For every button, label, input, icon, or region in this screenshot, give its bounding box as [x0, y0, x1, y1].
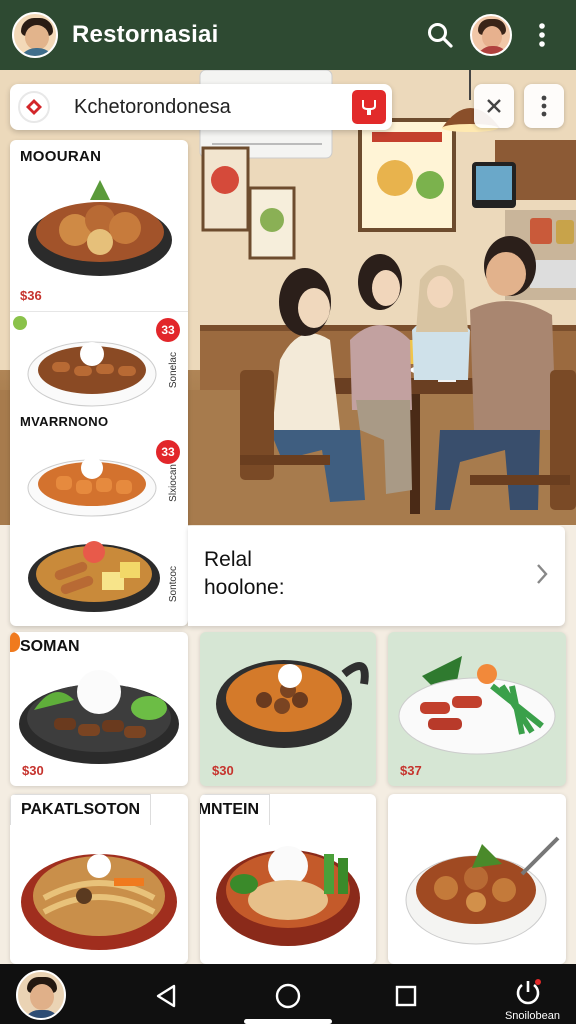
- menu-item[interactable]: MVARRNONO 33 Slxiocan: [10, 412, 188, 522]
- close-button[interactable]: [474, 84, 514, 128]
- bottom-navigation-bar: Snoilobean: [0, 964, 576, 1024]
- side-text: Slxiocan: [168, 464, 179, 502]
- tile-label: SOMAN: [20, 638, 80, 655]
- accent-tag: [10, 632, 20, 652]
- price-label: $30: [212, 763, 234, 778]
- menu-item[interactable]: MOOURAN $36: [10, 140, 188, 312]
- gesture-home-indicator[interactable]: [244, 1019, 332, 1024]
- search-input[interactable]: [74, 95, 352, 119]
- overflow-menu-button[interactable]: [520, 13, 564, 57]
- dish-image: [21, 854, 177, 950]
- app-title: Restornasiai: [72, 21, 219, 48]
- dish-image: [405, 836, 560, 945]
- recents-square-icon: [395, 985, 417, 1007]
- recents-button[interactable]: [386, 976, 426, 1016]
- price-label: $37: [400, 763, 422, 778]
- back-button[interactable]: [146, 976, 186, 1016]
- dish-image: [28, 180, 172, 276]
- food-tile[interactable]: SOMAN $30: [10, 632, 188, 786]
- app-bar: Restornasiai: [0, 0, 576, 70]
- price-label: $36: [20, 288, 42, 303]
- more-vert-icon: [539, 23, 545, 47]
- power-button[interactable]: [508, 972, 548, 1012]
- dish-image: [28, 541, 160, 612]
- dish-image: [19, 670, 179, 764]
- user-avatar[interactable]: [16, 970, 66, 1020]
- tile-label: SVAMNTEIN: [200, 794, 271, 825]
- tile-label: PAKATLSOTON: [10, 794, 152, 825]
- search-bar: [10, 84, 392, 130]
- restaurant-info-card[interactable]: Relal hoolone:: [188, 526, 565, 626]
- category-label: MOOURAN: [20, 148, 102, 165]
- logo-icon: [26, 99, 42, 115]
- dish-image: [398, 656, 556, 755]
- power-icon: [516, 979, 541, 1005]
- chevron-right-icon: [537, 564, 548, 584]
- food-tile[interactable]: SVAMNTEIN: [200, 794, 376, 964]
- dish-image: [216, 846, 360, 946]
- side-text: Sonelac: [168, 352, 179, 389]
- food-tile[interactable]: [388, 794, 566, 964]
- food-tile[interactable]: PAKATLSOTON: [10, 794, 188, 964]
- side-text: Sontcoc: [168, 566, 179, 603]
- avatar[interactable]: [12, 12, 58, 58]
- search-icon: [428, 23, 453, 48]
- menu-item[interactable]: 33 Sonelac: [10, 312, 188, 412]
- menu-list: MOOURAN $36 33 Sonelac MVARRNONO 33 Slxi…: [10, 140, 188, 626]
- price-label: $30: [22, 763, 44, 778]
- app-root: Restornasiai Kchetorondonesa MOOURAN $36…: [0, 0, 576, 1024]
- home-button[interactable]: [268, 976, 308, 1016]
- food-tile[interactable]: $30: [200, 632, 376, 786]
- search-button[interactable]: [418, 13, 462, 57]
- nav-label: Snoilobean: [504, 1010, 560, 1022]
- dish-image: [27, 457, 157, 517]
- info-title: Relal: [204, 548, 252, 571]
- close-icon: [487, 99, 501, 113]
- dish-image: [27, 341, 157, 407]
- food-tile[interactable]: $37: [388, 632, 566, 786]
- home-circle-icon: [275, 983, 301, 1009]
- menu-item[interactable]: Sontcoc: [10, 522, 188, 626]
- category-label: MVARRNONO: [20, 414, 109, 429]
- utensils-icon: [362, 100, 376, 115]
- more-button[interactable]: [524, 84, 564, 128]
- more-vert-icon: [541, 95, 547, 117]
- back-triangle-icon: [156, 984, 176, 1008]
- info-subtitle: hoolone:: [204, 576, 285, 599]
- profile-avatar[interactable]: [470, 14, 512, 56]
- restaurant-logo: [18, 91, 50, 123]
- dish-image: [216, 660, 369, 748]
- filter-button[interactable]: [352, 90, 386, 124]
